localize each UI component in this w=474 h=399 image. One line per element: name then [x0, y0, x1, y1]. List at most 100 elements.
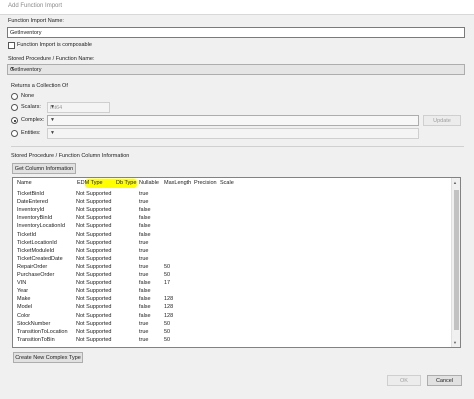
cell-name: TicketModuleId: [17, 247, 55, 254]
column-header-scale[interactable]: Scale: [220, 180, 234, 189]
composable-label: Function Import is composable: [17, 42, 92, 48]
table-row[interactable]: Make Not Supported false 128: [13, 296, 443, 304]
cell-edm-type: Not Supported: [76, 304, 112, 311]
ok-button[interactable]: OK: [387, 375, 421, 386]
table-row[interactable]: TicketCreatedDate Not Supported true: [13, 256, 443, 264]
cell-name: Year: [17, 288, 29, 295]
complex-select[interactable]: ▼: [47, 115, 419, 126]
create-new-complex-type-button[interactable]: Create New Complex Type: [13, 352, 83, 363]
cell-edm-type: Not Supported: [76, 272, 112, 278]
cell-name: Make: [17, 296, 31, 303]
cancel-button[interactable]: Cancel: [427, 375, 462, 386]
none-radio-label: None: [21, 93, 35, 99]
cell-maxlength: 17: [164, 280, 171, 287]
scalars-select[interactable]: Int64 ▼: [47, 102, 110, 113]
cell-maxlength: 128: [164, 296, 174, 303]
complex-radio[interactable]: [11, 117, 18, 124]
table-row[interactable]: InventoryLocationId Not Supported false: [13, 223, 443, 231]
title-bar: Add Function Import: [0, 0, 474, 15]
cell-name: TransitionToBin: [17, 336, 55, 343]
table-row[interactable]: Year Not Supported false: [13, 288, 443, 296]
column-header-db-type[interactable]: Db Type: [116, 180, 136, 189]
cell-edm-type: Not Supported: [76, 336, 112, 343]
column-header-name[interactable]: Name: [17, 180, 32, 189]
column-header-nullable[interactable]: Nullable: [139, 180, 159, 189]
table-row[interactable]: TicketBinId Not Supported true: [13, 191, 443, 199]
function-import-name-label: Function Import Name:: [8, 18, 64, 24]
table-row[interactable]: RepairOrder Not Supported true 50: [13, 264, 443, 272]
cell-edm-type: Not Supported: [76, 328, 112, 335]
none-radio[interactable]: [11, 93, 18, 100]
composable-checkbox[interactable]: [8, 42, 15, 49]
table-row[interactable]: InventoryBinId Not Supported false: [13, 215, 443, 223]
window-title: Add Function Import: [8, 3, 63, 9]
cell-edm-type: Not Supported: [76, 231, 112, 238]
cell-name: TicketId: [17, 231, 37, 238]
cell-maxlength: 128: [164, 312, 174, 319]
column-info-grid[interactable]: Name EDM Type Db Type Nullable MaxLength…: [12, 177, 461, 348]
table-row[interactable]: TicketId Not Supported false: [13, 232, 443, 240]
table-row[interactable]: StockNumber Not Supported true 50: [13, 321, 443, 329]
table-row[interactable]: TransitionToBin Not Supported true 50: [13, 337, 443, 345]
cell-maxlength: 50: [164, 272, 171, 278]
cell-nullable: false: [139, 312, 151, 319]
cell-edm-type: Not Supported: [76, 191, 112, 197]
cell-name: Model: [17, 304, 32, 311]
cell-edm-type: Not Supported: [76, 312, 112, 319]
table-row[interactable]: InventoryId Not Supported false: [13, 207, 443, 215]
table-row[interactable]: TransitionToLocation Not Supported true 50: [13, 329, 443, 337]
table-row[interactable]: TicketLocationId Not Supported true: [13, 240, 443, 248]
entities-radio[interactable]: [11, 130, 18, 137]
cell-maxlength: 50: [164, 263, 171, 270]
function-import-name-input[interactable]: GetInventory: [7, 27, 465, 38]
cell-name: RepairOrder: [17, 263, 48, 270]
chevron-down-icon: ▼: [50, 117, 55, 123]
column-header-precision[interactable]: Precision: [194, 180, 217, 189]
get-column-information-button[interactable]: Get Column Information: [12, 163, 76, 174]
grid-scrollbar[interactable]: ▲ ▼: [451, 178, 460, 347]
cell-edm-type: Not Supported: [76, 207, 112, 214]
cell-name: TicketCreatedDate: [17, 255, 63, 262]
cell-nullable: false: [139, 288, 151, 295]
column-header-edm-type[interactable]: EDM Type: [77, 180, 103, 189]
cell-nullable: true: [139, 255, 149, 262]
chevron-down-icon: ▼: [10, 66, 15, 72]
cell-nullable: false: [139, 296, 151, 303]
update-button[interactable]: Update: [423, 115, 461, 126]
cell-edm-type: Not Supported: [76, 223, 112, 230]
cell-edm-type: Not Supported: [76, 255, 112, 262]
cell-name: InventoryLocationId: [17, 223, 66, 230]
cell-edm-type: Not Supported: [76, 320, 112, 327]
column-header-maxlength[interactable]: MaxLength: [164, 180, 191, 189]
table-row[interactable]: PurchaseOrder Not Supported true 50: [13, 272, 443, 280]
table-row[interactable]: DateEntered Not Supported true: [13, 199, 443, 207]
cell-nullable: true: [139, 199, 149, 206]
cell-maxlength: 50: [164, 328, 171, 335]
table-row[interactable]: TicketModuleId Not Supported true: [13, 248, 443, 256]
table-row[interactable]: Model Not Supported false 128: [13, 304, 443, 312]
cell-name: InventoryBinId: [17, 215, 53, 222]
cell-nullable: true: [139, 272, 149, 278]
table-row[interactable]: VIN Not Supported false 17: [13, 280, 443, 288]
scroll-down-icon[interactable]: ▼: [453, 340, 457, 345]
cell-edm-type: Not Supported: [76, 263, 112, 270]
cell-maxlength: 128: [164, 304, 174, 311]
complex-radio-label: Complex:: [21, 117, 45, 123]
cell-edm-type: Not Supported: [76, 199, 112, 206]
cell-nullable: true: [139, 320, 149, 327]
cell-name: VIN: [17, 280, 27, 287]
scrollbar-thumb[interactable]: [453, 190, 459, 330]
entities-select[interactable]: ▼: [47, 128, 419, 139]
cell-name: StockNumber: [17, 320, 51, 327]
returns-collection-label: Returns a Collection Of: [11, 83, 68, 89]
stored-procedure-label: Stored Procedure / Function Name:: [8, 56, 95, 62]
cell-nullable: false: [139, 280, 151, 287]
stored-procedure-select[interactable]: GetInventory ▼: [7, 64, 465, 75]
cell-nullable: true: [139, 336, 149, 343]
cell-nullable: false: [139, 215, 151, 222]
scalars-radio[interactable]: [11, 104, 18, 111]
table-row[interactable]: Color Not Supported false 128: [13, 313, 443, 321]
cell-edm-type: Not Supported: [76, 215, 112, 222]
cell-edm-type: Not Supported: [76, 239, 112, 246]
scroll-up-icon[interactable]: ▲: [453, 180, 457, 185]
